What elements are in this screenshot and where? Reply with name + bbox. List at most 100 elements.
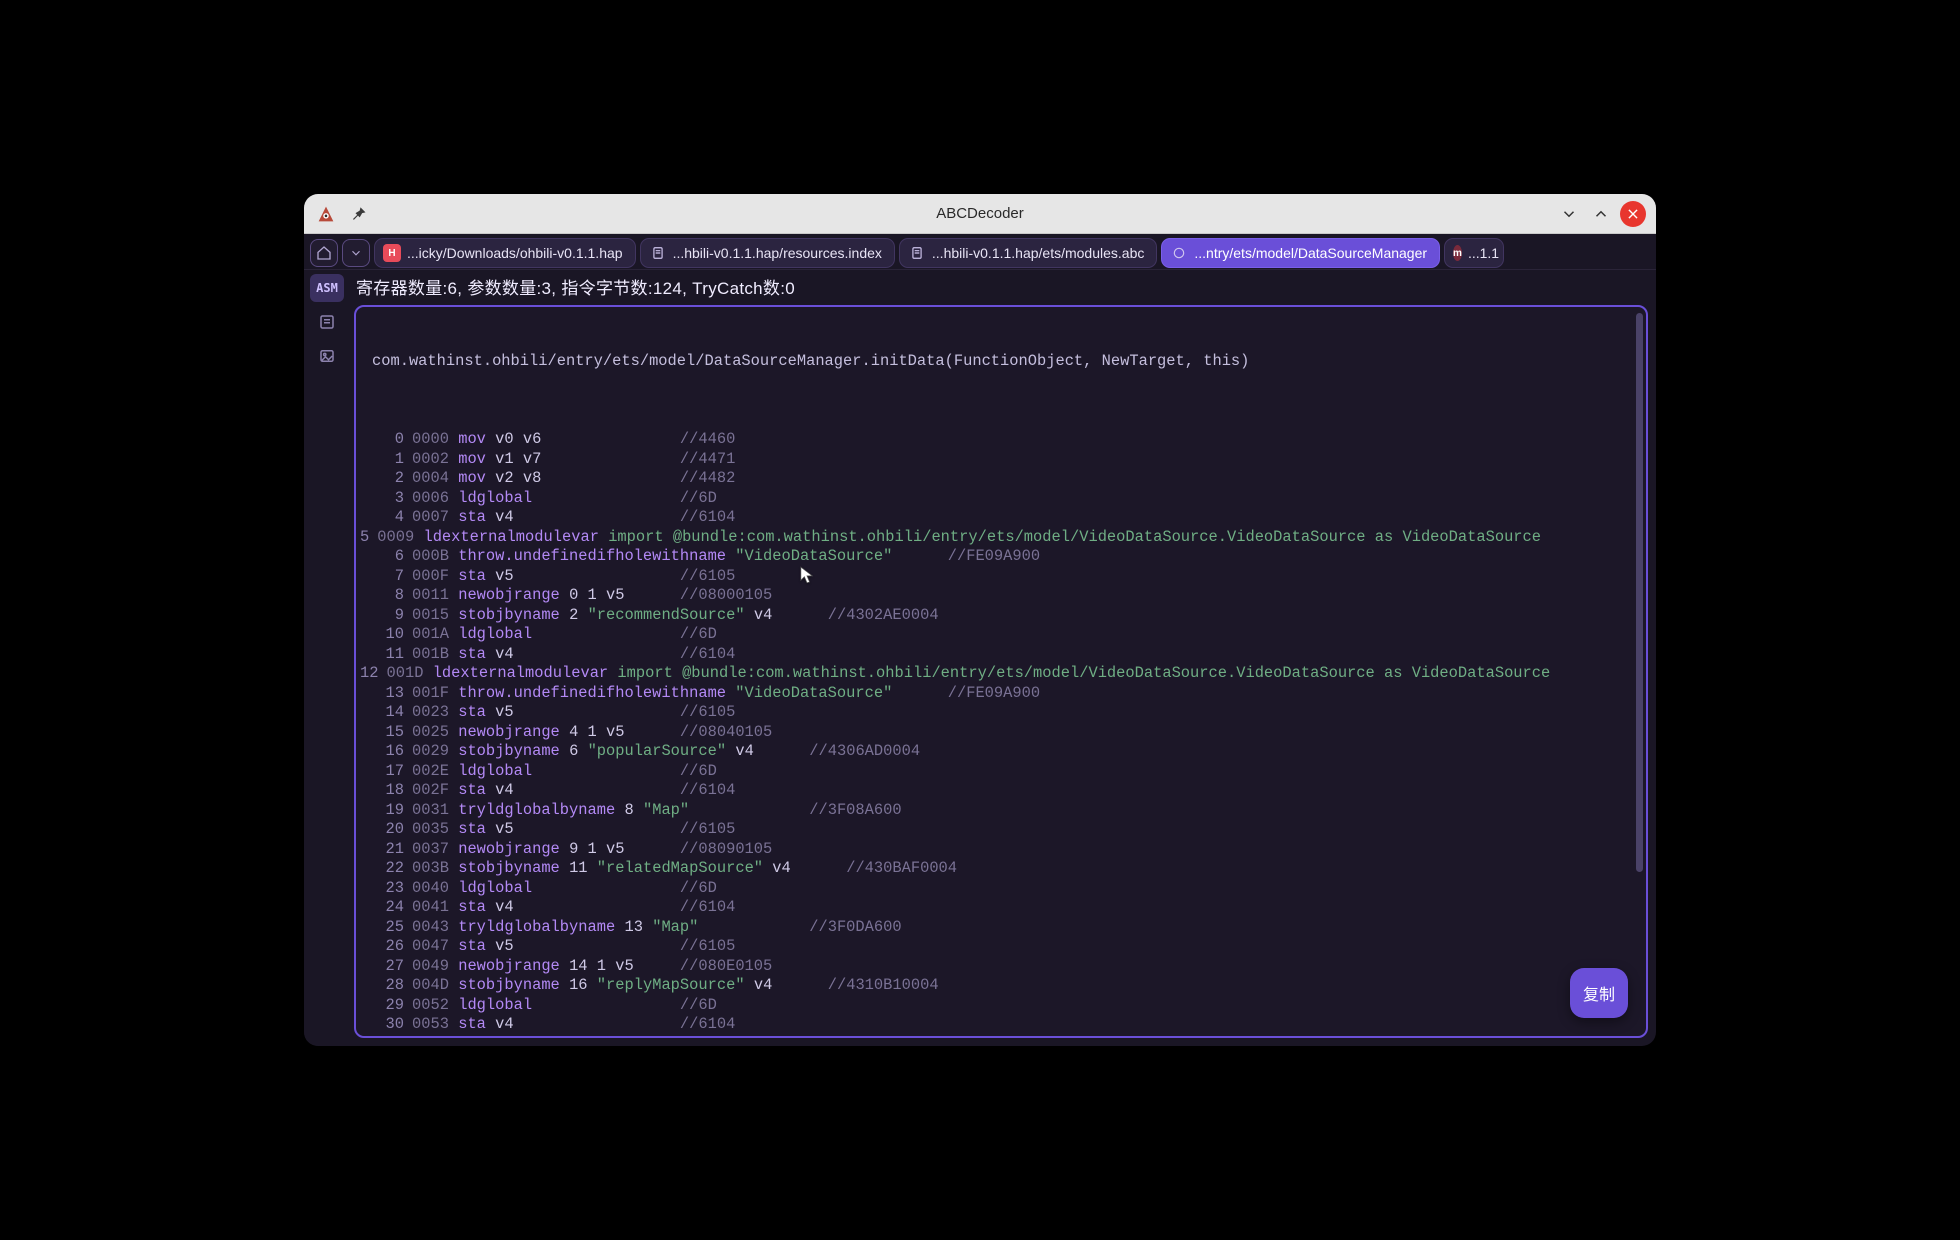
line-number: 27 (360, 957, 412, 977)
instruction-text: 0043 tryldglobalbyname 13 "Map" //3F0DA6… (412, 918, 1636, 938)
instruction-row: 240041 sta v4 //6104 (360, 898, 1636, 918)
line-number: 18 (360, 781, 412, 801)
instruction-row: 13001F throw.undefinedifholewithname "Vi… (360, 684, 1636, 704)
code-body: com.wathinst.ohbili/entry/ets/model/Data… (360, 313, 1636, 1036)
instruction-row: 6000B throw.undefinedifholewithname "Vid… (360, 547, 1636, 567)
instruction-text: 0006 ldglobal //6D (412, 489, 1636, 509)
line-number: 26 (360, 937, 412, 957)
app-icon (314, 202, 338, 226)
tab-overflow[interactable]: m ...1.1 (1444, 238, 1504, 268)
instruction-text: 0000 mov v0 v6 //4460 (412, 430, 1636, 450)
line-number: 4 (360, 508, 412, 528)
line-number: 7 (360, 567, 412, 587)
instruction-text: 001F throw.undefinedifholewithname "Vide… (412, 684, 1636, 704)
tab-strip: H ...icky/Downloads/ohbili-v0.1.1.hap ..… (304, 234, 1656, 270)
instruction-text: 0041 sta v4 //6104 (412, 898, 1636, 918)
line-number: 2 (360, 469, 412, 489)
instruction-row: 50009 ldexternalmodulevar import @bundle… (360, 528, 1636, 548)
instruction-text: 0015 stobjbyname 2 "recommendSource" v4 … (412, 606, 1636, 626)
close-button[interactable] (1620, 201, 1646, 227)
instruction-row: 160029 stobjbyname 6 "popularSource" v4 … (360, 742, 1636, 762)
line-number: 29 (360, 996, 412, 1016)
copy-button[interactable]: 复制 (1570, 968, 1628, 1018)
instruction-text: 0007 sta v4 //6104 (412, 508, 1636, 528)
pin-icon[interactable] (348, 204, 368, 224)
instruction-row: 300053 sta v4 //6104 (360, 1015, 1636, 1035)
instruction-text: 0004 mov v2 v8 //4482 (412, 469, 1636, 489)
line-number: 11 (360, 645, 412, 665)
code-scroll[interactable]: com.wathinst.ohbili/entry/ets/model/Data… (356, 307, 1646, 1036)
tab-modules-abc[interactable]: ...hbili-v0.1.1.hap/ets/modules.abc (899, 238, 1157, 268)
line-number: 0 (360, 430, 412, 450)
tab-label: ...1.1 (1468, 245, 1499, 261)
instruction-row: 10001A ldglobal //6D (360, 625, 1636, 645)
instruction-text: 003B stobjbyname 11 "relatedMapSource" v… (412, 859, 1636, 879)
line-number: 16 (360, 742, 412, 762)
sidebar-list-button[interactable] (310, 308, 344, 336)
instruction-text: 0009 ldexternalmodulevar import @bundle:… (377, 528, 1646, 548)
line-number: 21 (360, 840, 412, 860)
instruction-row: 200035 sta v5 //6105 (360, 820, 1636, 840)
tab-label: ...icky/Downloads/ohbili-v0.1.1.hap (407, 245, 623, 261)
scrollbar-thumb[interactable] (1636, 313, 1643, 872)
titlebar[interactable]: ABCDecoder (304, 194, 1656, 234)
line-number: 24 (360, 898, 412, 918)
instruction-text: 0023 sta v5 //6105 (412, 703, 1636, 723)
tab-label: ...ntry/ets/model/DataSourceManager (1194, 245, 1427, 261)
instruction-text: 001B sta v4 //6104 (412, 645, 1636, 665)
line-number: 10 (360, 625, 412, 645)
instruction-row: 290052 ldglobal //6D (360, 996, 1636, 1016)
line-number: 3 (360, 489, 412, 509)
tab-datasourcemanager[interactable]: ...ntry/ets/model/DataSourceManager (1161, 238, 1440, 268)
line-number: 20 (360, 820, 412, 840)
instruction-row: 22003B stobjbyname 11 "relatedMapSource"… (360, 859, 1636, 879)
instruction-text: 002F sta v4 //6104 (412, 781, 1636, 801)
sidebar-asm-button[interactable]: ASM (310, 274, 344, 302)
home-button[interactable] (310, 239, 338, 267)
main-panel: 寄存器数量:6, 参数数量:3, 指令字节数:124, TryCatch数:0 … (350, 270, 1656, 1046)
tab-label: ...hbili-v0.1.1.hap/ets/modules.abc (932, 245, 1144, 261)
instruction-text: 0053 sta v4 //6104 (412, 1015, 1636, 1035)
instruction-row: 140023 sta v5 //6105 (360, 703, 1636, 723)
document-icon (649, 244, 667, 262)
instruction-row: 270049 newobjrange 14 1 v5 //080E0105 (360, 957, 1636, 977)
status-line: 寄存器数量:6, 参数数量:3, 指令字节数:124, TryCatch数:0 (350, 270, 1656, 303)
instruction-row: 00000 mov v0 v6 //4460 (360, 430, 1636, 450)
sidebar-image-button[interactable] (310, 342, 344, 370)
instruction-row: 28004D stobjbyname 16 "replyMapSource" v… (360, 976, 1636, 996)
line-number: 1 (360, 450, 412, 470)
instruction-text: 0047 sta v5 //6105 (412, 937, 1636, 957)
line-number: 8 (360, 586, 412, 606)
minimize-button[interactable] (1556, 201, 1582, 227)
instruction-text: 000B throw.undefinedifholewithname "Vide… (412, 547, 1636, 567)
vertical-scrollbar[interactable] (1636, 313, 1643, 1030)
instruction-text: 001D ldexternalmodulevar import @bundle:… (386, 664, 1646, 684)
instruction-row: 11001B sta v4 //6104 (360, 645, 1636, 665)
maximize-button[interactable] (1588, 201, 1614, 227)
instruction-text: 0040 ldglobal //6D (412, 879, 1636, 899)
line-number: 15 (360, 723, 412, 743)
instruction-text: 002E ldglobal //6D (412, 762, 1636, 782)
instruction-row: 30006 ldglobal //6D (360, 489, 1636, 509)
instruction-row: 17002E ldglobal //6D (360, 762, 1636, 782)
instruction-row: 20004 mov v2 v8 //4482 (360, 469, 1636, 489)
module-icon: m (1453, 245, 1462, 261)
instruction-text: 0011 newobjrange 0 1 v5 //08000105 (412, 586, 1636, 606)
instruction-row: 12001D ldexternalmodulevar import @bundl… (360, 664, 1636, 684)
instruction-text: 000F sta v5 //6105 (412, 567, 1636, 587)
instruction-text: 0031 tryldglobalbyname 8 "Map" //3F08A60… (412, 801, 1636, 821)
line-number: 19 (360, 801, 412, 821)
tab-file-hap[interactable]: H ...icky/Downloads/ohbili-v0.1.1.hap (374, 238, 636, 268)
method-signature: com.wathinst.ohbili/entry/ets/model/Data… (360, 352, 1636, 372)
instruction-text: 0052 ldglobal //6D (412, 996, 1636, 1016)
line-number: 23 (360, 879, 412, 899)
instruction-row: 7000F sta v5 //6105 (360, 567, 1636, 587)
tab-dropdown-button[interactable] (342, 239, 370, 267)
instruction-text: 004D stobjbyname 16 "replyMapSource" v4 … (412, 976, 1636, 996)
instruction-text: 0049 newobjrange 14 1 v5 //080E0105 (412, 957, 1636, 977)
instruction-text: 0029 stobjbyname 6 "popularSource" v4 //… (412, 742, 1636, 762)
code-icon (1170, 244, 1188, 262)
instruction-text: 0035 sta v5 //6105 (412, 820, 1636, 840)
line-number: 31 (360, 1035, 386, 1037)
tab-resources-index[interactable]: ...hbili-v0.1.1.hap/resources.index (640, 238, 895, 268)
